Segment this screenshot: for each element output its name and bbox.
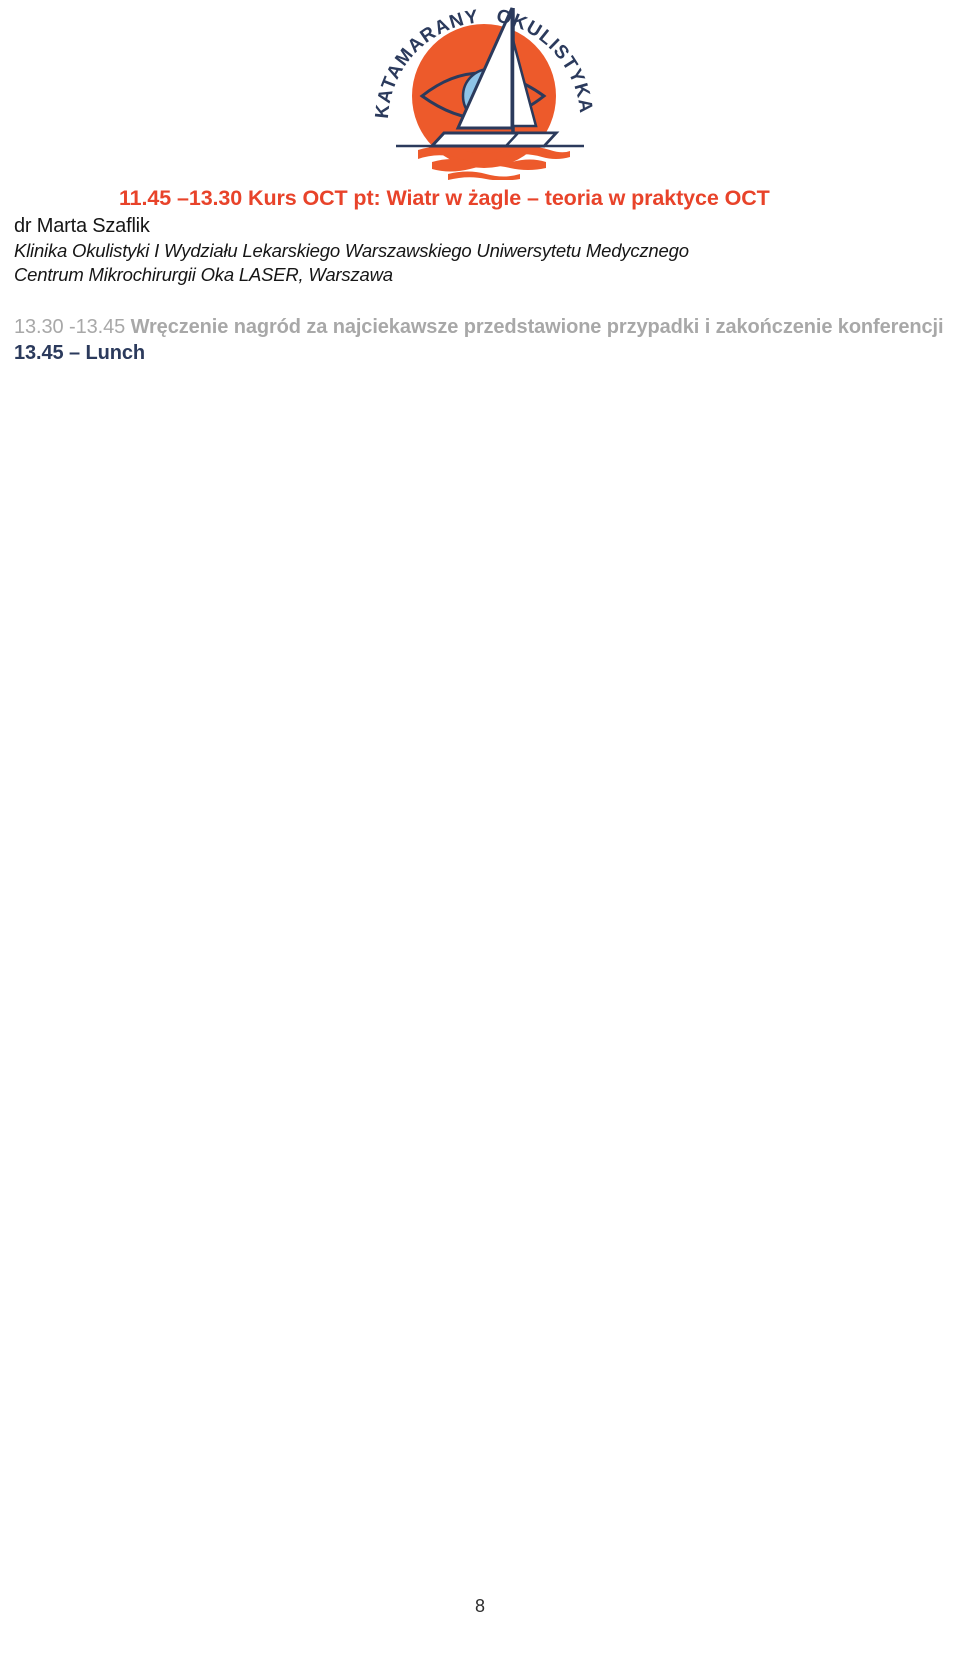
session-entry: 11.45 –13.30 Kurs OCT pt: Wiatr w żagle … (14, 185, 948, 288)
session-affiliation-line-1: Klinika Okulistyki I Wydziału Lekarskieg… (14, 239, 689, 261)
awards-entry: 13.30 -13.45 Wręczenie nagród za najciek… (14, 314, 948, 340)
katamarany-2016-okulistyka-logo-icon: KATAMARANY 2016 OKULISTYKA (366, 0, 595, 180)
conference-logo: KATAMARANY 2016 OKULISTYKA (0, 0, 960, 182)
awards-time: 13.30 -13.45 (14, 315, 131, 338)
document-body: 11.45 –13.30 Kurs OCT pt: Wiatr w żagle … (0, 185, 960, 367)
session-speaker: dr Marta Szaflik (14, 214, 150, 237)
awards-text: Wręczenie nagród za najciekawsze przedst… (130, 315, 944, 338)
page-number: 8 (474, 1596, 485, 1616)
session-affiliation-line-2: Centrum Mikrochirurgii Oka LASER, Warsza… (14, 264, 393, 286)
lunch-entry: 13.45 – Lunch (14, 342, 145, 365)
session-title: 11.45 –13.30 Kurs OCT pt: Wiatr w żagle … (119, 186, 770, 210)
